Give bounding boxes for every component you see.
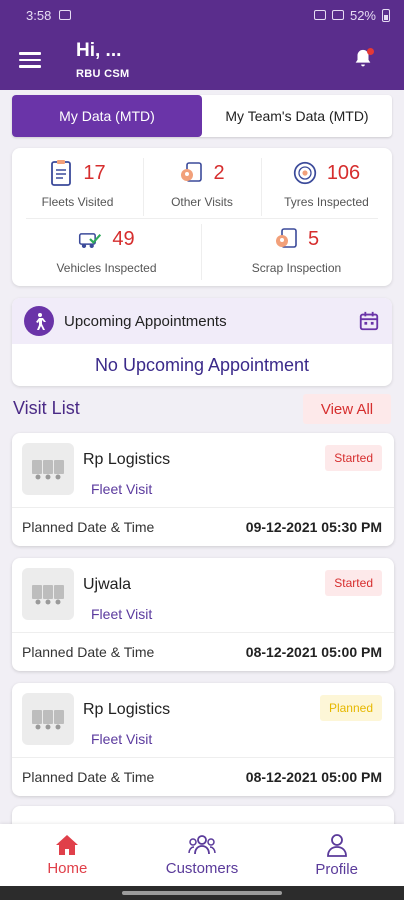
visit-card[interactable]: Rp Logistics Fleet Visit Started Planned… (12, 433, 394, 546)
home-indicator[interactable] (122, 891, 282, 895)
stat-label: Fleets Visited (41, 195, 114, 209)
stat-value: 17 (83, 161, 106, 184)
nav-customers-label: Customers (165, 859, 239, 877)
planned-datetime: 08-12-2021 05:00 PM (245, 644, 382, 660)
tab-team-data[interactable]: My Team's Data (MTD) (202, 95, 392, 137)
app-header: Hi, ... RBU CSM (0, 30, 404, 90)
stat-value: 106 (326, 161, 361, 184)
stat-value: 49 (112, 227, 135, 250)
tab-my-data[interactable]: My Data (MTD) (12, 95, 202, 137)
user-role: RBU CSM (76, 68, 130, 80)
stat-value: 2 (213, 161, 225, 184)
truck-icon (22, 568, 74, 620)
status-badge: Started (325, 570, 382, 596)
planned-label: Planned Date & Time (22, 644, 155, 660)
planned-label: Planned Date & Time (22, 769, 155, 785)
nav-profile-label: Profile (315, 860, 358, 878)
customers-icon (188, 834, 216, 854)
stat-other-visits[interactable]: 2 Other Visits (143, 156, 261, 210)
home-icon (56, 834, 79, 855)
visit-type: Fleet Visit (91, 606, 153, 622)
profile-icon (326, 833, 347, 857)
stat-label: Tyres Inspected (284, 195, 369, 209)
visit-list-title: Visit List (13, 398, 80, 418)
visit-customer-name: Ujwala (83, 576, 132, 593)
battery-icon (382, 8, 390, 22)
stat-label: Other Visits (171, 195, 233, 209)
notification-dot (367, 48, 374, 55)
no-appointment-text: No Upcoming Appointment (94, 355, 310, 375)
visit-customer-name: Rp Logistics (83, 701, 171, 718)
appointments-title: Upcoming Appointments (64, 312, 227, 330)
nav-home[interactable]: Home (0, 824, 135, 886)
status-time: 3:58 (26, 7, 52, 23)
nav-home-label: Home (47, 859, 88, 877)
planned-datetime: 08-12-2021 05:00 PM (245, 769, 382, 785)
planned-label: Planned Date & Time (22, 519, 155, 535)
planned-datetime: 09-12-2021 05:30 PM (245, 519, 382, 535)
stat-vehicles-inspected[interactable]: 49 Vehicles Inspected (12, 222, 201, 276)
upcoming-appointments-card: Upcoming Appointments No Upcoming Appoin… (12, 298, 392, 386)
calendar-icon[interactable] (358, 310, 380, 332)
visit-customer-name: Rp Logistics (83, 451, 171, 468)
status-bar: 3:58 52% (0, 0, 404, 30)
data-scope-toggle: My Data (MTD) My Team's Data (MTD) (12, 95, 392, 137)
stat-value: 5 (307, 227, 320, 250)
notification-icon (59, 10, 72, 20)
status-icons: 52% (313, 7, 390, 23)
status-badge: Planned (319, 695, 382, 721)
tyre-icon (293, 161, 316, 185)
walking-person-icon (24, 306, 54, 336)
bottom-navigation: Home Customers Profile (0, 824, 404, 886)
stat-scrap-inspection[interactable]: 5 Scrap Inspection (201, 222, 392, 276)
status-badge: Started (325, 445, 382, 471)
signal-icon (313, 10, 326, 20)
clipboard-icon (51, 160, 72, 186)
visit-type: Fleet Visit (91, 481, 153, 497)
nav-profile[interactable]: Profile (269, 824, 404, 886)
stat-label: Vehicles Inspected (56, 261, 157, 275)
vehicle-check-icon (79, 233, 102, 248)
notification-bell-icon[interactable] (352, 48, 374, 70)
location-document-icon (181, 162, 203, 182)
gesture-bar (0, 886, 404, 900)
stat-fleets-visited[interactable]: 17 Fleets Visited (12, 156, 143, 209)
appointments-header: Upcoming Appointments (12, 298, 392, 344)
greeting-text: Hi, ... (76, 40, 122, 61)
menu-icon[interactable] (19, 52, 41, 68)
visit-type: Fleet Visit (91, 731, 153, 747)
truck-icon (22, 693, 74, 745)
stat-tyres-inspected[interactable]: 106 Tyres Inspected (261, 156, 392, 210)
truck-icon (22, 443, 74, 495)
stat-label: Scrap Inspection (251, 261, 342, 275)
nav-customers[interactable]: Customers (135, 824, 270, 886)
view-all-button[interactable]: View All (303, 394, 391, 424)
wifi-icon (331, 10, 344, 20)
battery-percent: 52% (349, 7, 376, 23)
stats-card: 17 Fleets Visited 2 Other Visits 106 Tyr… (12, 148, 392, 286)
visit-card[interactable]: Ujwala Fleet Visit Started Planned Date … (12, 558, 394, 671)
visit-card[interactable]: Rp Logistics Fleet Visit Planned Planned… (12, 683, 394, 796)
scrap-location-icon (275, 228, 297, 248)
